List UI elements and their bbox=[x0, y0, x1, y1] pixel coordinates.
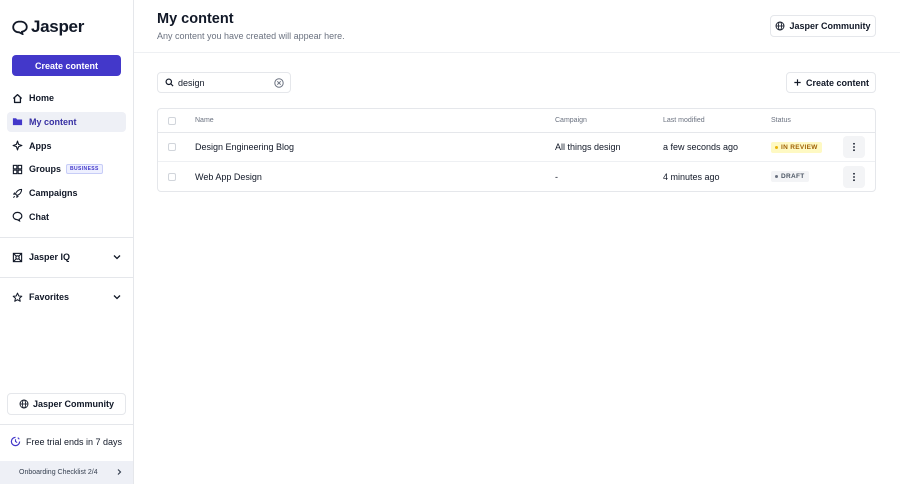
folder-icon bbox=[12, 116, 23, 127]
header-community-button[interactable]: Jasper Community bbox=[770, 15, 876, 37]
table-row[interactable]: Design Engineering Blog All things desig… bbox=[158, 133, 875, 162]
create-content-button[interactable]: Create content bbox=[786, 72, 876, 93]
search-icon bbox=[165, 78, 174, 87]
jasper-iq-icon bbox=[12, 252, 23, 263]
row-status: DRAFT bbox=[771, 162, 809, 191]
row-name[interactable]: Design Engineering Blog bbox=[195, 133, 294, 161]
brand-name: Jasper bbox=[31, 17, 85, 36]
status-dot bbox=[775, 175, 778, 178]
status-label: IN REVIEW bbox=[781, 143, 818, 151]
chevron-down-icon bbox=[113, 255, 121, 260]
favorites-label: Favorites bbox=[29, 292, 70, 302]
create-content-label: Create content bbox=[805, 77, 869, 88]
row-status: IN REVIEW bbox=[771, 133, 822, 161]
globe-icon bbox=[19, 399, 29, 409]
sidebar-item-label: Campaigns bbox=[29, 188, 78, 199]
globe-icon bbox=[776, 21, 785, 31]
apps-icon bbox=[12, 140, 23, 151]
clear-icon[interactable] bbox=[274, 78, 284, 88]
sidebar-item-apps[interactable]: Apps bbox=[7, 136, 126, 156]
row-last-modified: 4 minutes ago bbox=[663, 171, 720, 182]
business-badge: BUSINESS bbox=[66, 164, 103, 175]
rocket-icon bbox=[12, 188, 23, 199]
home-icon bbox=[12, 93, 23, 104]
sidebar-item-label: Home bbox=[29, 93, 55, 103]
row-campaign: All things design bbox=[555, 142, 621, 152]
column-name[interactable]: Name bbox=[195, 109, 214, 132]
star-icon bbox=[12, 292, 23, 303]
jasper-logo-icon bbox=[12, 20, 28, 35]
row-checkbox[interactable] bbox=[168, 172, 176, 181]
sidebar-divider bbox=[0, 277, 133, 278]
row-actions-button[interactable] bbox=[843, 165, 865, 188]
page-header: My content Any content you have created … bbox=[134, 0, 900, 53]
sidebar-item-home[interactable]: Home bbox=[7, 88, 126, 108]
column-status[interactable]: Status bbox=[771, 109, 791, 132]
row-campaign: - bbox=[555, 171, 558, 182]
main-content: My content Any content you have created … bbox=[134, 0, 900, 484]
trial-label: Free trial ends in 7 days bbox=[26, 436, 123, 447]
onboarding-checklist[interactable]: Onboarding Checklist 2/4 bbox=[0, 461, 133, 484]
jasper-logo[interactable]: Jasper bbox=[12, 17, 84, 37]
chevron-down-icon bbox=[113, 295, 121, 300]
select-all-checkbox[interactable] bbox=[168, 116, 176, 125]
row-actions-button[interactable] bbox=[843, 136, 865, 158]
sidebar-divider bbox=[0, 424, 133, 425]
sidebar: Jasper Create content Home My content Ap… bbox=[0, 0, 134, 484]
jasper-iq-label: Jasper IQ bbox=[29, 252, 71, 262]
search-box bbox=[157, 72, 291, 93]
status-badge: IN REVIEW bbox=[771, 141, 822, 153]
column-campaign[interactable]: Campaign bbox=[555, 109, 587, 132]
clock-icon bbox=[10, 436, 21, 447]
plus-icon bbox=[794, 79, 801, 86]
sidebar-item-groups[interactable]: Groups BUSINESS bbox=[7, 159, 126, 179]
groups-icon bbox=[12, 164, 23, 175]
sidebar-item-label: Groups bbox=[29, 164, 62, 175]
table-row[interactable]: Web App Design - 4 minutes ago DRAFT bbox=[158, 162, 875, 191]
sidebar-item-favorites[interactable]: Favorites bbox=[7, 287, 126, 307]
content-table: Name Campaign Last modified Status Desig… bbox=[157, 108, 876, 192]
row-checkbox[interactable] bbox=[168, 143, 176, 151]
free-trial-notice[interactable]: Free trial ends in 7 days bbox=[10, 436, 122, 447]
table-header: Name Campaign Last modified Status bbox=[158, 109, 875, 133]
sidebar-nav: Home My content Apps Groups BUSINESS Cam… bbox=[7, 88, 126, 231]
row-name[interactable]: Web App Design bbox=[195, 162, 262, 191]
community-label: Jasper Community bbox=[789, 21, 871, 31]
sidebar-item-chat[interactable]: Chat bbox=[7, 207, 126, 227]
community-label: Jasper Community bbox=[32, 399, 115, 409]
status-dot bbox=[775, 145, 778, 149]
sidebar-item-my-content[interactable]: My content bbox=[7, 111, 126, 132]
sidebar-item-jasper-iq[interactable]: Jasper IQ bbox=[7, 247, 126, 267]
chevron-right-icon bbox=[117, 469, 122, 475]
chat-icon bbox=[12, 211, 23, 223]
sidebar-divider bbox=[0, 237, 133, 238]
page-subtitle: Any content you have created will appear… bbox=[157, 31, 345, 41]
more-vertical-icon bbox=[853, 172, 855, 181]
sidebar-create-content-button[interactable]: Create content bbox=[12, 55, 121, 76]
more-vertical-icon bbox=[853, 142, 855, 152]
status-label: DRAFT bbox=[781, 173, 805, 180]
sidebar-community-button[interactable]: Jasper Community bbox=[7, 393, 126, 415]
sidebar-item-label: My content bbox=[29, 116, 77, 127]
sidebar-item-label: Apps bbox=[29, 140, 52, 151]
onboarding-label: Onboarding Checklist 2/4 bbox=[19, 469, 98, 476]
row-last-modified: a few seconds ago bbox=[663, 142, 739, 152]
status-badge: DRAFT bbox=[771, 171, 809, 182]
sidebar-item-campaigns[interactable]: Campaigns bbox=[7, 183, 126, 203]
column-last-modified[interactable]: Last modified bbox=[663, 109, 705, 132]
page-title: My content bbox=[157, 11, 234, 27]
search-input[interactable] bbox=[178, 77, 268, 88]
sidebar-item-label: Chat bbox=[29, 211, 49, 222]
